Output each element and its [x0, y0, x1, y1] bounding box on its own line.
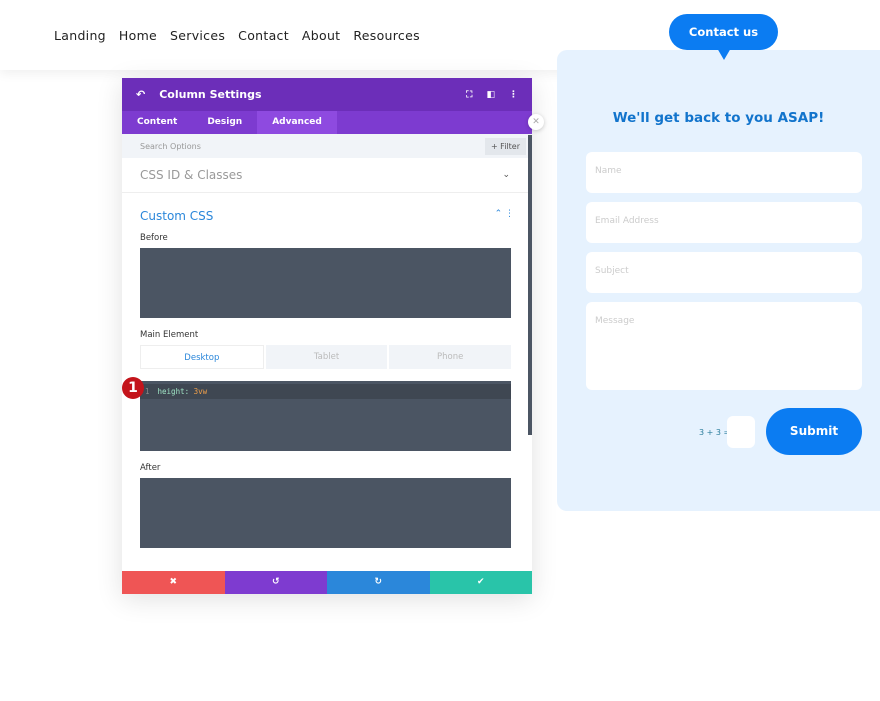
before-css-editor[interactable]	[140, 248, 511, 318]
contact-form: We'll get back to you ASAP! Name Email A…	[557, 50, 880, 511]
main-nav: Landing Home Services Contact About Reso…	[54, 28, 420, 43]
section-title: CSS ID & Classes	[140, 168, 243, 182]
panel-header: ↶ Column Settings ⛶ ◧ ⋮	[122, 78, 532, 111]
column-settings-panel: ↶ Column Settings ⛶ ◧ ⋮ Content Design Adv…	[122, 78, 532, 594]
submit-button[interactable]: Submit	[766, 408, 862, 455]
nav-about[interactable]: About	[302, 28, 340, 43]
main-element-css-editor[interactable]: 1 1 height: 3vw	[122, 377, 511, 451]
line-number: 1	[145, 387, 150, 396]
css-property: height:	[157, 387, 190, 396]
tab-advanced[interactable]: Advanced	[257, 111, 337, 134]
nav-resources[interactable]: Resources	[353, 28, 420, 43]
tab-desktop[interactable]: Desktop	[140, 345, 264, 369]
captcha-label: 3 + 3 =	[699, 428, 731, 437]
cancel-button[interactable]: ✖	[122, 571, 225, 594]
back-icon[interactable]: ↶	[136, 88, 145, 101]
close-icon[interactable]: ✕	[528, 114, 544, 130]
custom-css-section: Custom CSS ⌃ ⋮ Before Main Element Deskto…	[122, 209, 532, 548]
fullscreen-icon[interactable]: ⛶	[466, 90, 472, 100]
captcha-input[interactable]	[727, 416, 755, 448]
chevron-up-icon[interactable]: ⌃ ⋮	[495, 209, 514, 223]
message-input[interactable]: Message	[586, 302, 862, 390]
tab-content[interactable]: Content	[122, 111, 192, 134]
tab-phone[interactable]: Phone	[389, 345, 512, 369]
device-tabs: Desktop Tablet Phone	[140, 345, 512, 369]
subject-input[interactable]: Subject	[586, 252, 862, 293]
section-title[interactable]: Custom CSS	[140, 209, 213, 223]
main-element-label: Main Element	[140, 330, 199, 340]
redo-button[interactable]: ↻	[327, 571, 430, 594]
panel-tabs: Content Design Advanced	[122, 111, 532, 134]
panel-scrollbar[interactable]	[528, 135, 532, 435]
css-id-classes-section[interactable]: CSS ID & Classes ⌄	[122, 158, 532, 193]
step-badge: 1	[122, 377, 144, 399]
after-css-editor[interactable]	[140, 478, 511, 548]
after-label: After	[140, 463, 161, 473]
email-input[interactable]: Email Address	[586, 202, 862, 243]
css-value: 3vw	[193, 387, 208, 396]
nav-home[interactable]: Home	[119, 28, 157, 43]
panel-title: Column Settings	[159, 88, 262, 101]
contact-us-bubble: Contact us	[669, 14, 778, 60]
save-button[interactable]: ✔	[429, 571, 532, 594]
split-view-icon[interactable]: ◧	[486, 90, 495, 100]
tab-design[interactable]: Design	[192, 111, 257, 134]
before-label: Before	[140, 233, 168, 243]
chevron-down-icon[interactable]: ⌄	[502, 170, 510, 180]
nav-landing[interactable]: Landing	[54, 28, 106, 43]
undo-button[interactable]: ↺	[224, 571, 327, 594]
more-icon[interactable]: ⋮	[509, 90, 518, 100]
panel-footer: ✖ ↺ ↻ ✔	[122, 571, 532, 594]
search-options: Search Options + Filter	[122, 134, 532, 158]
tab-tablet[interactable]: Tablet	[265, 345, 388, 369]
nav-services[interactable]: Services	[170, 28, 225, 43]
name-input[interactable]: Name	[586, 152, 862, 193]
search-input[interactable]: Search Options	[140, 142, 201, 151]
filter-button[interactable]: + Filter	[484, 137, 526, 155]
nav-contact[interactable]: Contact	[238, 28, 289, 43]
form-heading: We'll get back to you ASAP!	[612, 110, 825, 126]
